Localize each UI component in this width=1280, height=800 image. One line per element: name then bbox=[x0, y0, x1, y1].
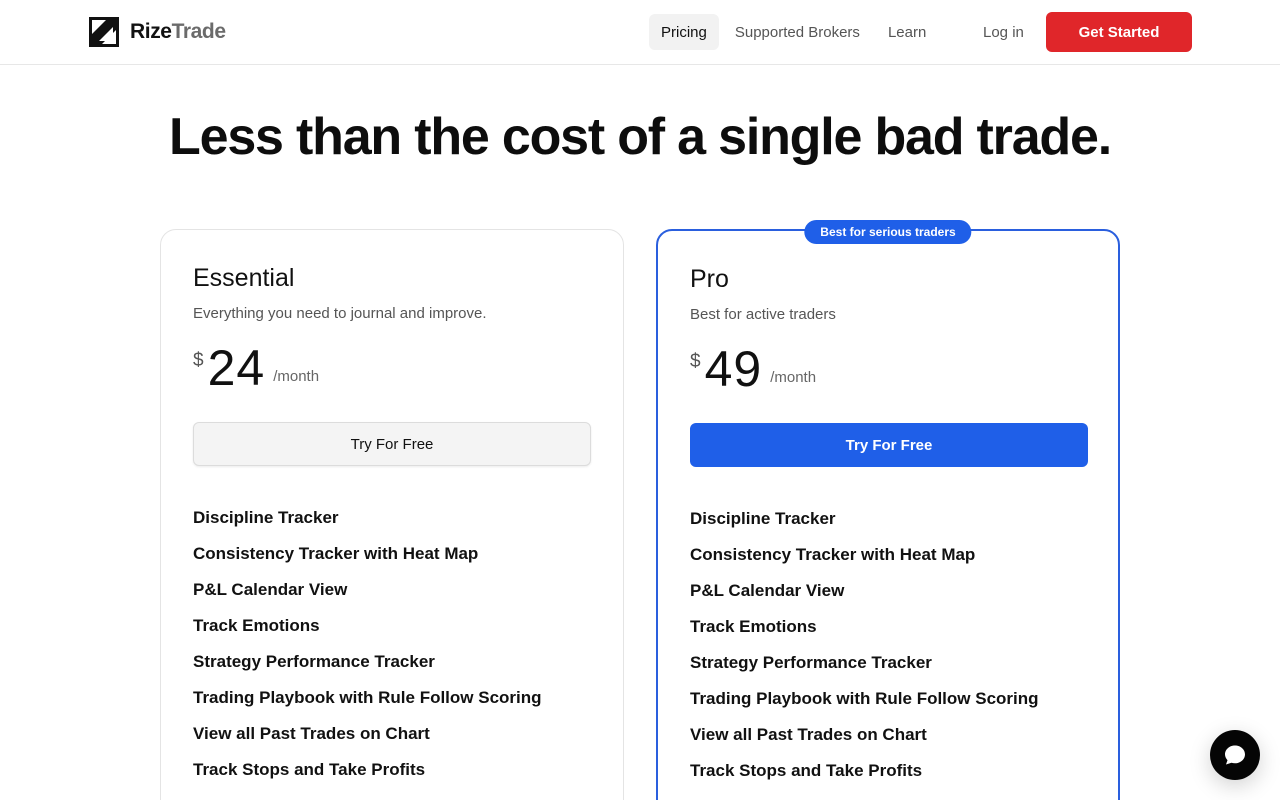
feature-item: Trading Playbook with Rule Follow Scorin… bbox=[690, 689, 1039, 708]
feature-item: View all Past Trades on Chart bbox=[193, 724, 430, 743]
plan-description: Everything you need to journal and impro… bbox=[193, 305, 487, 322]
page-headline: Less than the cost of a single bad trade… bbox=[169, 108, 1112, 166]
price-amount: 49 bbox=[704, 341, 763, 397]
nav-links: Pricing Supported Brokers Learn bbox=[649, 14, 942, 50]
feature-item: View all Past Trades on Chart bbox=[690, 725, 927, 744]
plan-card-essential: Essential Everything you need to journal… bbox=[160, 229, 624, 800]
logo-arrow-icon bbox=[89, 17, 119, 47]
feature-item: Track Emotions bbox=[193, 616, 320, 635]
price-amount: 24 bbox=[207, 340, 266, 396]
essential-try-free-button[interactable]: Try For Free bbox=[193, 422, 591, 466]
price-period: /month bbox=[770, 369, 817, 386]
price-currency: $ bbox=[193, 350, 204, 371]
chat-bubble-icon bbox=[1225, 745, 1245, 765]
get-started-button[interactable]: Get Started bbox=[1046, 12, 1192, 52]
feature-item: Strategy Performance Tracker bbox=[193, 652, 435, 671]
feature-item: Discipline Tracker bbox=[193, 508, 339, 527]
feature-item: Track Stops and Take Profits bbox=[690, 761, 923, 780]
feature-item: Track Emotions bbox=[690, 617, 817, 636]
plan-name: Pro bbox=[690, 265, 729, 293]
feature-item: Consistency Tracker with Heat Map bbox=[690, 545, 976, 564]
feature-list: Discipline Tracker Consistency Tracker w… bbox=[193, 506, 591, 794]
nav-link-learn[interactable]: Learn bbox=[876, 14, 938, 50]
price-row: $ 49 /month bbox=[690, 341, 1088, 401]
nav-link-supported-brokers[interactable]: Supported Brokers bbox=[723, 14, 872, 50]
feature-list: Discipline Tracker Consistency Tracker w… bbox=[690, 507, 1088, 795]
nav-link-pricing[interactable]: Pricing bbox=[649, 14, 719, 50]
plan-name: Essential bbox=[193, 264, 295, 292]
plan-description: Best for active traders bbox=[690, 306, 836, 323]
price-period: /month bbox=[273, 368, 320, 385]
feature-item: P&L Calendar View bbox=[193, 580, 348, 599]
top-navbar: RizeTrade Pricing Supported Brokers Lear… bbox=[0, 0, 1280, 65]
feature-item: Track Stops and Take Profits bbox=[193, 760, 426, 779]
feature-item: P&L Calendar View bbox=[690, 581, 845, 600]
feature-item: Trading Playbook with Rule Follow Scorin… bbox=[193, 688, 542, 707]
feature-item: Strategy Performance Tracker bbox=[690, 653, 932, 672]
brand-name: RizeTrade bbox=[130, 20, 226, 43]
price-currency: $ bbox=[690, 351, 701, 372]
chat-launcher-button[interactable] bbox=[1210, 730, 1260, 780]
best-value-badge: Best for serious traders bbox=[804, 220, 972, 244]
brand-logo[interactable]: RizeTrade bbox=[89, 16, 226, 48]
feature-item: Discipline Tracker bbox=[690, 509, 836, 528]
plan-card-pro: Best for serious traders Pro Best for ac… bbox=[656, 220, 1120, 800]
price-row: $ 24 /month bbox=[193, 340, 591, 400]
pro-try-free-button[interactable]: Try For Free bbox=[690, 423, 1088, 467]
feature-item: Consistency Tracker with Heat Map bbox=[193, 544, 479, 563]
login-link[interactable]: Log in bbox=[983, 14, 1024, 50]
